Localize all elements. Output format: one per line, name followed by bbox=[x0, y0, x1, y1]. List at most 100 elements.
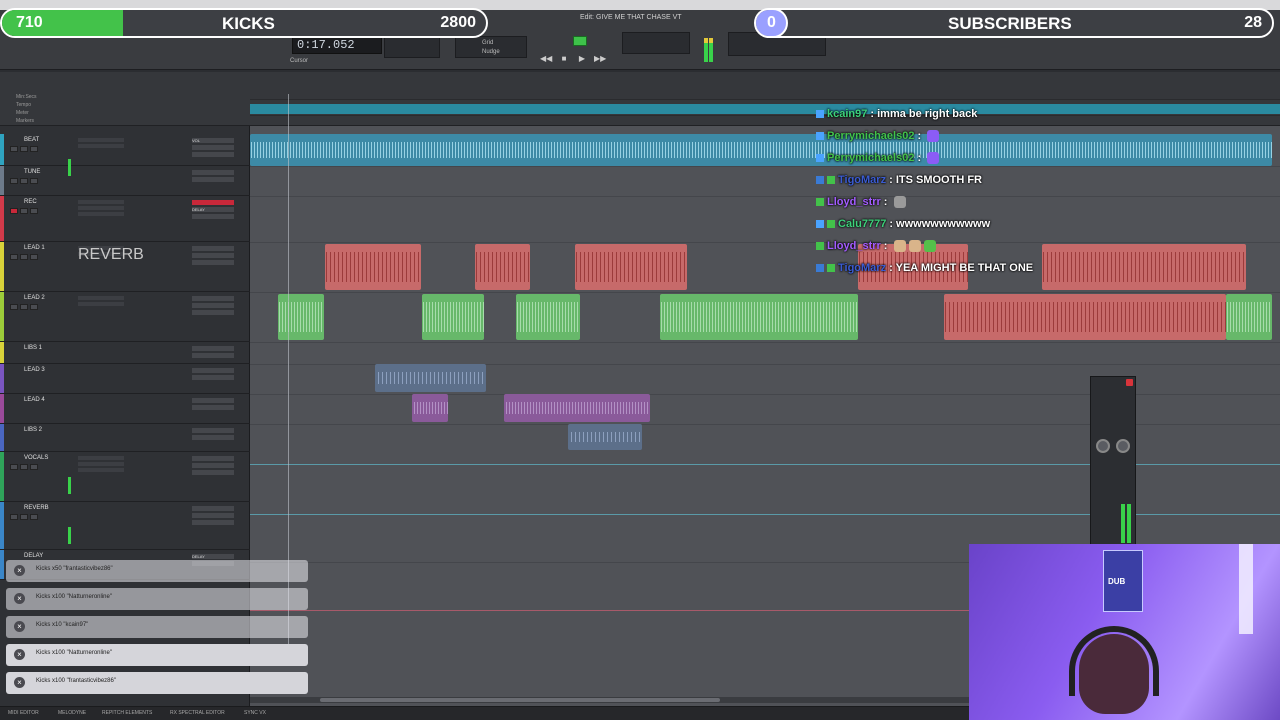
track-header-lead-2[interactable]: LEAD 2 bbox=[0, 292, 250, 342]
close-icon[interactable]: × bbox=[14, 565, 25, 576]
track-name[interactable]: REVERB bbox=[24, 505, 49, 511]
play-button[interactable] bbox=[573, 36, 587, 46]
audio-clip-beat[interactable] bbox=[250, 134, 1272, 166]
repitch-tab[interactable]: REPITCH ELEMENTS bbox=[102, 710, 152, 716]
track-inserts[interactable]: REVERB bbox=[78, 246, 144, 266]
master-meter-left bbox=[704, 38, 708, 62]
main-counter[interactable]: 0:17.052 bbox=[292, 36, 382, 54]
track-name[interactable]: TUNE bbox=[24, 169, 40, 175]
track-name[interactable]: REC bbox=[24, 199, 37, 205]
track-header-tune[interactable]: TUNE bbox=[0, 166, 250, 196]
audio-clip[interactable] bbox=[475, 244, 530, 290]
close-icon[interactable] bbox=[1126, 379, 1133, 386]
track-io[interactable] bbox=[192, 170, 234, 198]
audio-clip[interactable] bbox=[1226, 294, 1272, 340]
midi-editor-tab[interactable]: MIDI EDITOR bbox=[8, 710, 39, 716]
webcam-feed: DUB bbox=[969, 544, 1280, 720]
track-inserts[interactable] bbox=[78, 296, 124, 316]
fast-forward-icon[interactable]: ▶▶ bbox=[594, 54, 606, 64]
audio-clip[interactable] bbox=[412, 394, 448, 422]
track-header-beat[interactable]: BEAT VOL bbox=[0, 134, 250, 176]
track-inserts[interactable] bbox=[78, 456, 124, 476]
track-io[interactable]: VOL bbox=[192, 138, 234, 166]
track-name[interactable]: LIBS 1 bbox=[24, 345, 42, 351]
subscribers-goal-bar: 0 SUBSCRIBERS 28 bbox=[754, 8, 1274, 38]
horizontal-scrollbar[interactable] bbox=[250, 697, 969, 703]
rewind-icon[interactable]: ◀◀ bbox=[540, 54, 552, 64]
track-header-libs-2[interactable]: LIBS 2 bbox=[0, 424, 250, 452]
daw-stream-screen: Edit: GIVE ME THAT CHASE VT 0:17.052 Gri… bbox=[0, 0, 1280, 720]
track-header-reverb[interactable]: REVERB bbox=[0, 502, 250, 550]
track-header-lead-3[interactable]: LEAD 3 bbox=[0, 364, 250, 394]
play-icon[interactable]: ▶ bbox=[576, 54, 588, 64]
track-color bbox=[0, 166, 4, 195]
audio-clip[interactable] bbox=[504, 394, 650, 422]
alert-item: × Kicks x10 "kcain97" bbox=[6, 616, 308, 638]
track-buttons[interactable] bbox=[10, 514, 38, 520]
track-buttons[interactable] bbox=[10, 178, 38, 184]
track-name[interactable]: LEAD 2 bbox=[24, 295, 45, 301]
rx-editor-tab[interactable]: RX SPECTRAL EDITOR bbox=[170, 710, 225, 716]
track-header-vocals[interactable]: VOCALS bbox=[0, 452, 250, 502]
track-header-rec[interactable]: REC DELAY bbox=[0, 196, 250, 242]
emote-icon bbox=[893, 240, 906, 253]
track-buttons[interactable] bbox=[10, 304, 38, 310]
stop-icon[interactable]: ■ bbox=[558, 54, 570, 64]
tempo-panel bbox=[622, 32, 690, 54]
track-io[interactable] bbox=[192, 506, 234, 534]
track-name[interactable]: BEAT bbox=[24, 137, 39, 143]
track-color bbox=[0, 342, 4, 363]
audio-clip[interactable] bbox=[422, 294, 484, 340]
track-name[interactable]: DELAY bbox=[24, 553, 43, 559]
track-io[interactable]: DELAY bbox=[192, 200, 234, 228]
ruler-label-markers: Markers bbox=[16, 118, 35, 124]
track-buttons[interactable] bbox=[10, 146, 38, 152]
track-io[interactable] bbox=[192, 246, 234, 274]
lane-divider bbox=[250, 292, 1280, 293]
audio-clip[interactable] bbox=[278, 294, 324, 340]
pan-knob-left[interactable] bbox=[1096, 439, 1110, 453]
track-buttons[interactable] bbox=[10, 208, 38, 214]
ring-light bbox=[1239, 544, 1253, 634]
audio-clip[interactable] bbox=[516, 294, 580, 340]
track-header-libs-1[interactable]: LIBS 1 bbox=[0, 342, 250, 364]
send-plugin-window[interactable] bbox=[1090, 376, 1136, 546]
track-name[interactable]: LEAD 3 bbox=[24, 367, 45, 373]
badge-icon bbox=[827, 220, 835, 229]
scrollbar-thumb[interactable] bbox=[320, 698, 720, 702]
track-name[interactable]: VOCALS bbox=[24, 455, 48, 461]
track-inserts[interactable] bbox=[78, 138, 124, 158]
track-io[interactable] bbox=[192, 456, 234, 484]
audio-clip[interactable] bbox=[944, 294, 1226, 340]
track-name[interactable]: LIBS 2 bbox=[24, 427, 42, 433]
track-buttons[interactable] bbox=[10, 254, 38, 260]
track-io[interactable] bbox=[192, 368, 234, 396]
badge-icon bbox=[816, 264, 824, 273]
close-icon[interactable]: × bbox=[14, 649, 25, 660]
track-name[interactable]: LEAD 4 bbox=[24, 397, 45, 403]
min-secs-ruler[interactable] bbox=[250, 92, 1280, 100]
audio-clip[interactable] bbox=[660, 294, 858, 340]
marker-bar[interactable] bbox=[250, 104, 1280, 114]
melodyne-tab[interactable]: MELODYNE bbox=[58, 710, 86, 716]
track-inserts[interactable] bbox=[78, 200, 124, 220]
close-icon[interactable]: × bbox=[14, 593, 25, 604]
track-buttons[interactable] bbox=[10, 464, 38, 470]
track-header-lead-4[interactable]: LEAD 4 bbox=[0, 394, 250, 424]
emote-icon bbox=[893, 196, 906, 209]
sync-vx-tab[interactable]: SYNC VX bbox=[244, 710, 266, 716]
audio-clip[interactable] bbox=[575, 244, 687, 290]
audio-clip[interactable] bbox=[568, 424, 642, 450]
close-icon[interactable]: × bbox=[14, 621, 25, 632]
track-header-lead-1[interactable]: LEAD 1 REVERB bbox=[0, 242, 250, 292]
track-name[interactable]: LEAD 1 bbox=[24, 245, 45, 251]
pan-knob-right[interactable] bbox=[1116, 439, 1130, 453]
track-io[interactable] bbox=[192, 296, 234, 324]
track-io[interactable] bbox=[192, 398, 234, 426]
track-color bbox=[0, 364, 4, 393]
audio-clip[interactable] bbox=[375, 364, 486, 392]
grid-nudge-panel: Grid Nudge bbox=[455, 36, 527, 58]
audio-clip[interactable] bbox=[325, 244, 421, 290]
track-color bbox=[0, 196, 4, 241]
close-icon[interactable]: × bbox=[14, 677, 25, 688]
